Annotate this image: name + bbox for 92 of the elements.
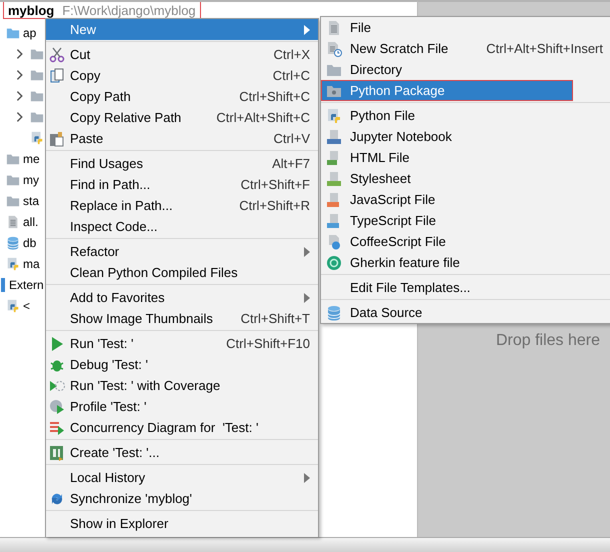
notebook-icon: [326, 128, 342, 144]
tree-item-label[interactable]: db: [23, 236, 36, 250]
menu-item[interactable]: Replace in Path... Ctrl+Shift+R: [46, 195, 318, 216]
shortcut-label: Ctrl+Shift+F10: [226, 336, 310, 351]
tree-item-label[interactable]: all.: [23, 214, 38, 228]
menu-item[interactable]: File: [321, 17, 610, 38]
python-icon: [6, 256, 20, 270]
python-icon: [30, 130, 44, 144]
test-create-icon: [49, 444, 65, 460]
menu-item[interactable]: Refactor: [46, 241, 318, 262]
menu-item[interactable]: Stylesheet: [321, 168, 610, 189]
menu-item[interactable]: Profile 'Test: ': [46, 396, 318, 417]
menu-item[interactable]: Data Source: [321, 302, 610, 323]
menu-item[interactable]: Clean Python Compiled Files: [46, 262, 318, 283]
shortcut-label: Alt+F7: [272, 156, 310, 171]
tree-item-label[interactable]: sta: [23, 194, 40, 208]
javascript-file-icon: [326, 192, 342, 208]
folder-icon: [30, 110, 44, 124]
project-path: F:\Work\django\myblog: [62, 2, 196, 18]
menu-item[interactable]: Local History: [46, 467, 318, 488]
folder-icon: [30, 46, 44, 60]
project-name: myblog: [8, 2, 54, 18]
concurrency-icon: [49, 420, 65, 436]
shortcut-label: Ctrl+Shift+R: [239, 198, 310, 213]
tree-item-label[interactable]: ma: [23, 256, 40, 270]
coffeescript-file-icon: [326, 234, 342, 250]
scissors-icon: [49, 46, 65, 62]
tree-item-label[interactable]: <: [23, 298, 30, 312]
menu-item[interactable]: Show Image Thumbnails Ctrl+Shift+T: [46, 308, 318, 329]
menu-item[interactable]: Copy Path Ctrl+Shift+C: [46, 86, 318, 107]
folder-icon: [6, 194, 20, 208]
menu-item[interactable]: JavaScript File: [321, 189, 610, 210]
drop-hint: Drop files here: [496, 332, 600, 350]
tree-item-label[interactable]: ap: [23, 26, 36, 40]
menu-item[interactable]: Run 'Test: ' Ctrl+Shift+F10: [46, 333, 318, 354]
menu-item[interactable]: Find Usages Alt+F7: [46, 153, 318, 174]
menu-item[interactable]: Cut Ctrl+X: [46, 44, 318, 65]
project-root[interactable]: myblog F:\Work\django\myblog: [4, 2, 200, 18]
file-icon: [326, 20, 342, 36]
menu-item[interactable]: Synchronize 'myblog': [46, 488, 318, 509]
menu-item[interactable]: Edit File Templates...: [321, 277, 610, 298]
database-icon: [326, 304, 342, 320]
menu-item[interactable]: Jupyter Notebook: [321, 126, 610, 147]
menu-item[interactable]: CoffeeScript File: [321, 231, 610, 252]
tree-item-label[interactable]: my: [23, 172, 39, 186]
menu-item[interactable]: Find in Path... Ctrl+Shift+F: [46, 174, 318, 195]
shortcut-label: Ctrl+X: [274, 47, 310, 62]
paste-icon: [49, 130, 65, 146]
gherkin-icon: [326, 254, 342, 270]
run-icon: [49, 336, 65, 352]
menu-item[interactable]: Debug 'Test: ': [46, 354, 318, 375]
menu-item[interactable]: Run 'Test: ' with Coverage: [46, 375, 318, 396]
menu-item[interactable]: Python File: [321, 105, 610, 126]
tree-item-label[interactable]: Extern: [9, 278, 44, 292]
typescript-file-icon: [326, 212, 342, 228]
library-icon: [1, 278, 5, 292]
shortcut-label: Ctrl+Shift+T: [240, 311, 310, 326]
shortcut-label: Ctrl+Alt+Shift+C: [216, 110, 310, 125]
python-icon: [6, 298, 20, 312]
menu-item[interactable]: Add to Favorites: [46, 287, 318, 308]
menu-item[interactable]: Copy Ctrl+C: [46, 65, 318, 86]
menu-item[interactable]: Paste Ctrl+V: [46, 128, 318, 149]
database-icon: [6, 236, 20, 250]
menu-item[interactable]: Concurrency Diagram for 'Test: ': [46, 417, 318, 438]
menu-item[interactable]: HTML File: [321, 147, 610, 168]
shortcut-label: Ctrl+C: [272, 68, 310, 83]
folder-icon: [30, 68, 44, 82]
folder-icon: [6, 26, 20, 40]
menu-item[interactable]: Show in Explorer: [46, 513, 318, 534]
folder-icon: [30, 88, 44, 102]
shortcut-label: Ctrl+Shift+F: [240, 177, 310, 192]
file-icon: [6, 214, 20, 228]
menu-item[interactable]: Inspect Code...: [46, 216, 318, 237]
menu-item[interactable]: TypeScript File: [321, 210, 610, 231]
shortcut-label: Ctrl+V: [274, 131, 310, 146]
menu-item[interactable]: Python Package: [321, 80, 573, 101]
profile-icon: [49, 398, 65, 414]
menu-item[interactable]: Directory: [321, 59, 610, 80]
shortcut-label: Ctrl+Alt+Shift+Insert: [486, 41, 603, 56]
menu-item[interactable]: Create 'Test: '...: [46, 442, 318, 463]
menu-item[interactable]: Copy Relative Path Ctrl+Alt+Shift+C: [46, 107, 318, 128]
stylesheet-icon: [326, 170, 342, 186]
folder-icon: [6, 152, 20, 166]
scratch-file-icon: [326, 40, 342, 56]
copy-icon: [49, 68, 65, 84]
python-icon: [326, 108, 342, 124]
shortcut-label: Ctrl+Shift+C: [239, 89, 310, 104]
menu-item[interactable]: New Scratch File Ctrl+Alt+Shift+Insert: [321, 38, 610, 59]
menu-item[interactable]: Gherkin feature file: [321, 252, 610, 273]
folder-icon: [6, 172, 20, 186]
tree-item-label[interactable]: me: [23, 152, 40, 166]
menu-item[interactable]: New: [46, 19, 318, 40]
